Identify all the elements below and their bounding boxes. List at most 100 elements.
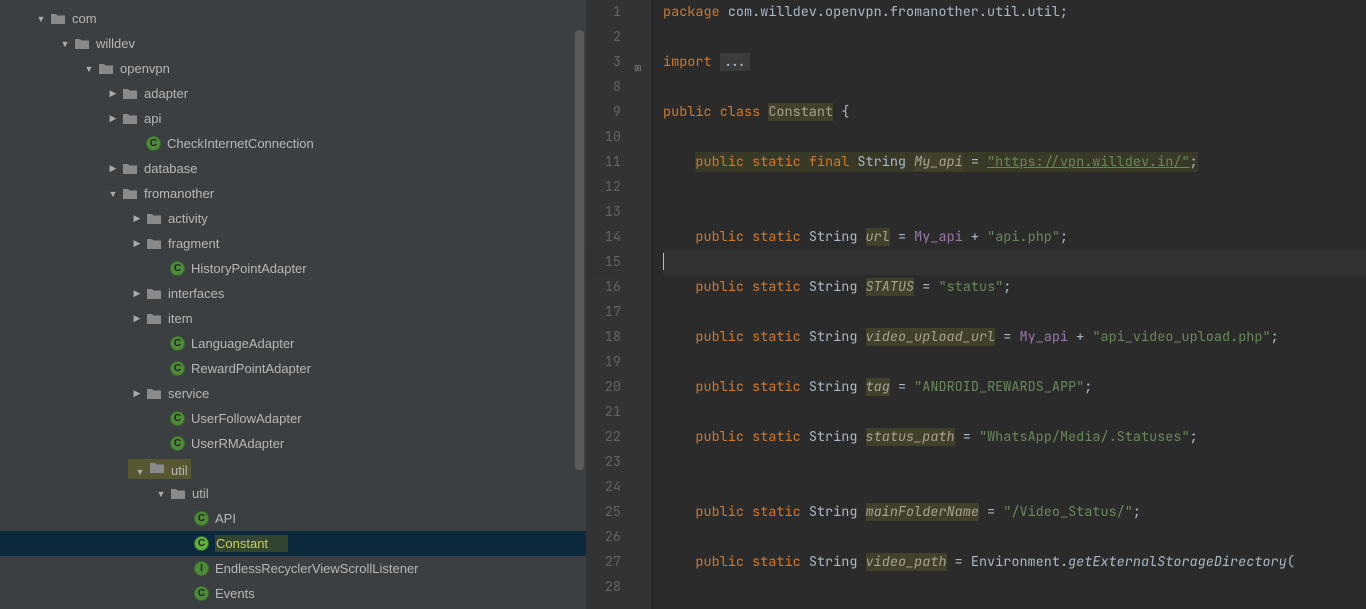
line-number[interactable]: 8 <box>586 75 621 100</box>
chevron-right-icon[interactable] <box>104 113 122 124</box>
tree-folder[interactable]: service <box>0 381 586 406</box>
line-number[interactable]: 19 <box>586 350 621 375</box>
fold-collapsed-icon[interactable]: ⊞ <box>634 56 652 81</box>
chevron-right-icon[interactable] <box>128 388 146 399</box>
folder-icon <box>122 86 138 102</box>
code-line <box>663 400 1366 425</box>
line-number[interactable]: 12 <box>586 175 621 200</box>
chevron-down-icon[interactable] <box>32 14 50 24</box>
tree-file[interactable]: CUserFollowAdapter <box>0 406 586 431</box>
line-number[interactable]: 24 <box>586 475 621 500</box>
line-number[interactable]: 14 <box>586 225 621 250</box>
tree-folder[interactable]: adapter <box>0 81 586 106</box>
line-number[interactable]: 16 <box>586 275 621 300</box>
tree-item-label: fragment <box>168 236 219 251</box>
tree-folder[interactable]: activity <box>0 206 586 231</box>
folder-icon <box>98 61 114 77</box>
line-number[interactable]: 18 <box>586 325 621 350</box>
tree-folder[interactable]: interfaces <box>0 281 586 306</box>
tree-folder[interactable]: database <box>0 156 586 181</box>
folder-icon <box>149 460 165 476</box>
tree-file[interactable]: CCheckInternetConnection <box>0 131 586 156</box>
tree-file[interactable]: CLanguageAdapter <box>0 331 586 356</box>
code-area[interactable]: package com.willdev.openvpn.fromanother.… <box>653 0 1366 609</box>
tree-item-label: openvpn <box>120 61 170 76</box>
tree-folder[interactable]: openvpn <box>0 56 586 81</box>
tree-folder[interactable]: com <box>0 6 586 31</box>
chevron-right-icon[interactable] <box>128 288 146 299</box>
tree-item-label: fromanother <box>144 186 214 201</box>
chevron-down-icon[interactable] <box>104 189 122 199</box>
line-number[interactable]: 21 <box>586 400 621 425</box>
folder-icon <box>146 286 162 302</box>
chevron-right-icon[interactable] <box>128 238 146 249</box>
line-number[interactable]: 20 <box>586 375 621 400</box>
chevron-right-icon[interactable] <box>104 163 122 174</box>
chevron-down-icon[interactable] <box>131 467 149 477</box>
line-number[interactable]: 28 <box>586 575 621 600</box>
line-number[interactable]: 15 <box>586 250 621 275</box>
folder-icon <box>122 186 138 202</box>
line-number[interactable]: 23 <box>586 450 621 475</box>
tree-file[interactable]: I EndlessRecyclerViewScrollListener <box>0 556 586 581</box>
line-number[interactable]: 25 <box>586 500 621 525</box>
tree-item-label: api <box>144 111 161 126</box>
tree-item-label: Constant <box>216 536 268 551</box>
project-tree[interactable]: com willdev openvpn adapter api CCheckInterne… <box>0 0 586 606</box>
line-number[interactable]: 11 <box>586 150 621 175</box>
tree-file[interactable]: CConstant <box>0 531 586 556</box>
tree-item-label: com <box>72 11 97 26</box>
tree-folder[interactable]: fragment <box>0 231 586 256</box>
tree-item-label: EndlessRecyclerViewScrollListener <box>215 561 419 576</box>
tree-folder[interactable]: fromanother <box>0 181 586 206</box>
tree-folder[interactable]: util <box>0 456 586 481</box>
tree-folder[interactable]: api <box>0 106 586 131</box>
tree-scrollbar[interactable] <box>575 30 584 470</box>
tree-file[interactable]: CRewardPointAdapter <box>0 356 586 381</box>
line-number[interactable]: 26 <box>586 525 621 550</box>
line-number[interactable]: 10 <box>586 125 621 150</box>
folder-icon <box>146 386 162 402</box>
code-line: public static String url = My_api + "api… <box>663 225 1366 250</box>
code-line <box>663 350 1366 375</box>
fold-gutter[interactable]: ⊞ <box>631 0 653 609</box>
class-icon: C <box>170 361 185 376</box>
code-line: public static String tag = "ANDROID_REWA… <box>663 375 1366 400</box>
chevron-right-icon[interactable] <box>128 313 146 324</box>
tree-file[interactable]: CEvents <box>0 581 586 606</box>
chevron-down-icon[interactable] <box>80 64 98 74</box>
tree-item-label: UserRMAdapter <box>191 436 284 451</box>
chevron-right-icon[interactable] <box>104 88 122 99</box>
line-gutter[interactable]: 1238910111213141516171819202122232425262… <box>586 0 631 609</box>
tree-folder[interactable]: util <box>0 481 586 506</box>
line-number[interactable]: 27 <box>586 550 621 575</box>
keyword-import: import <box>663 53 712 71</box>
highlighted-file: Constant <box>215 535 288 552</box>
code-line <box>663 525 1366 550</box>
tree-item-label: activity <box>168 211 208 226</box>
interface-icon: I <box>194 561 209 576</box>
code-line <box>663 450 1366 475</box>
tree-item-label: util <box>171 463 188 478</box>
line-number[interactable]: 3 <box>586 50 621 75</box>
line-number[interactable]: 13 <box>586 200 621 225</box>
line-number[interactable]: 9 <box>586 100 621 125</box>
tree-file[interactable]: CHistoryPointAdapter <box>0 256 586 281</box>
code-line <box>663 200 1366 225</box>
chevron-down-icon[interactable] <box>152 489 170 499</box>
code-line: public static String video_path = Enviro… <box>663 550 1366 575</box>
folder-icon <box>170 486 186 502</box>
line-number[interactable]: 2 <box>586 25 621 50</box>
tree-folder[interactable]: willdev <box>0 31 586 56</box>
tree-item-label: item <box>168 311 193 326</box>
tree-folder[interactable]: item <box>0 306 586 331</box>
code-line: import ... <box>663 50 1366 75</box>
code-line <box>663 575 1366 600</box>
tree-file[interactable]: CUserRMAdapter <box>0 431 586 456</box>
line-number[interactable]: 1 <box>586 0 621 25</box>
chevron-down-icon[interactable] <box>56 39 74 49</box>
chevron-right-icon[interactable] <box>128 213 146 224</box>
line-number[interactable]: 22 <box>586 425 621 450</box>
line-number[interactable]: 17 <box>586 300 621 325</box>
tree-file[interactable]: CAPI <box>0 506 586 531</box>
